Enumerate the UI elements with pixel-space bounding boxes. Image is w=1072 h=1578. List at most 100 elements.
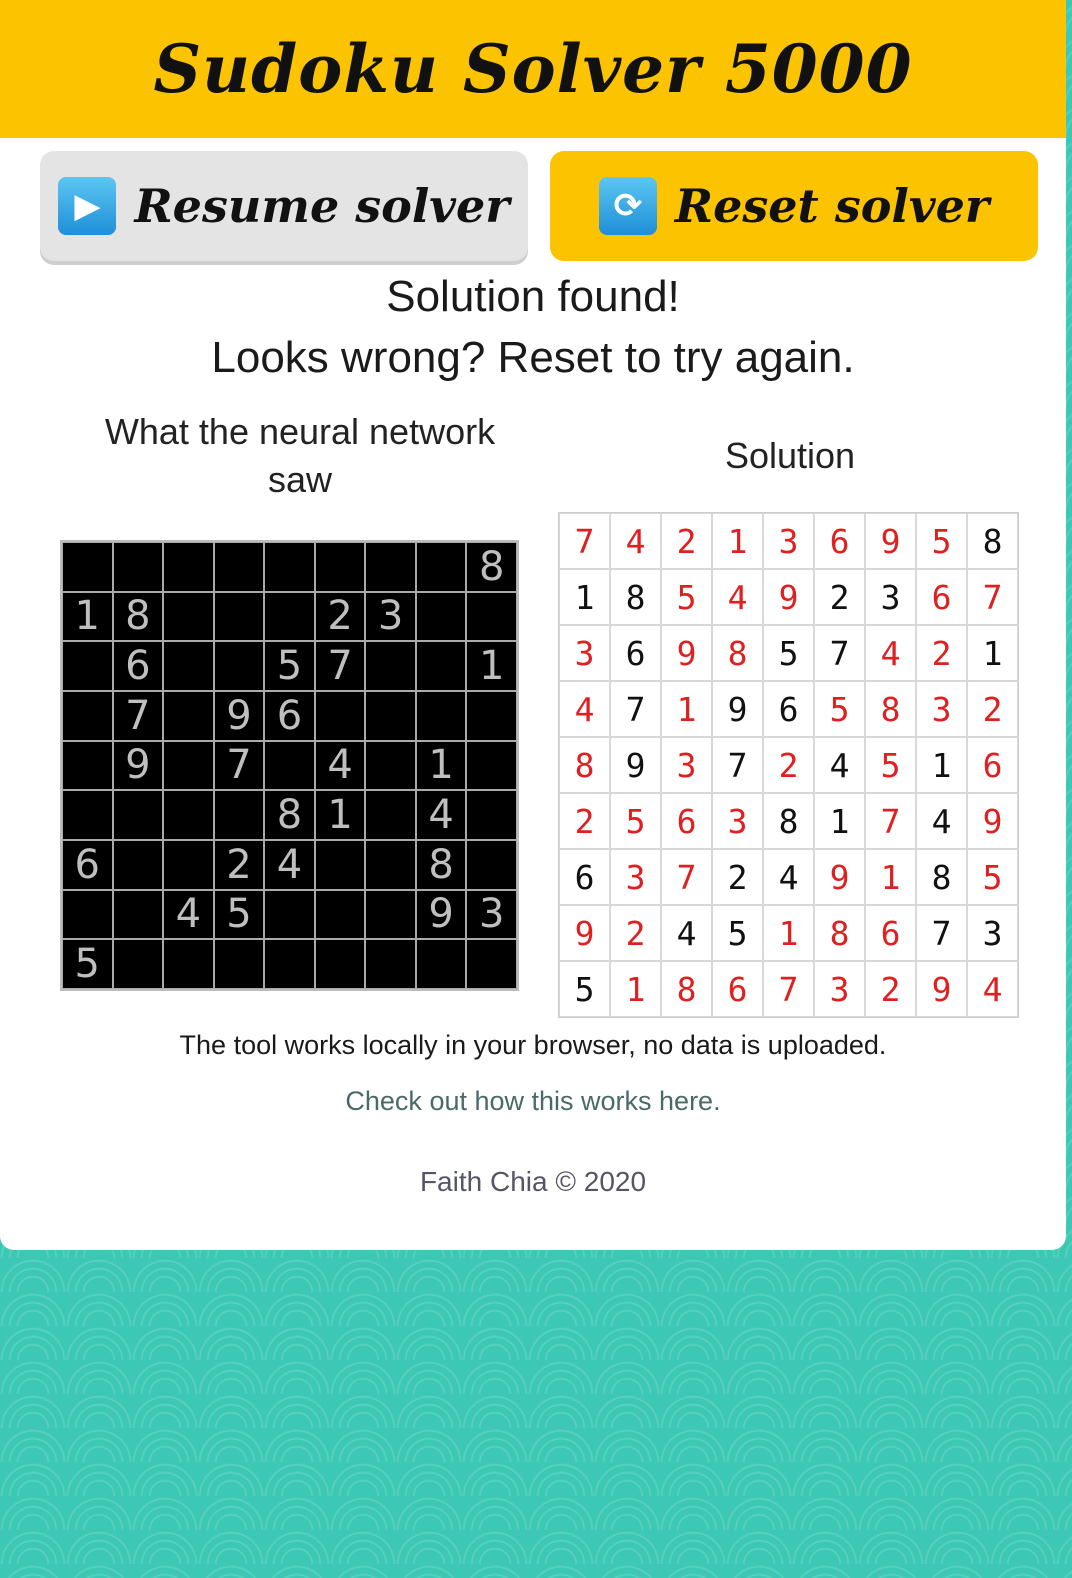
nn-cell: 5 (213, 889, 265, 940)
solution-cell: 7 (865, 793, 916, 849)
nn-cell (415, 641, 467, 691)
solution-cell: 1 (559, 569, 610, 625)
solution-cell: 3 (865, 569, 916, 625)
nn-cell (213, 641, 265, 691)
solution-cell: 4 (865, 625, 916, 681)
solution-cell: 2 (916, 625, 967, 681)
nn-cell: 7 (112, 691, 164, 741)
solution-cell: 5 (661, 569, 712, 625)
solution-cell: 3 (967, 905, 1018, 961)
nn-cell (62, 889, 113, 940)
how-it-works-link[interactable]: Check out how this works here. (0, 1086, 1066, 1117)
solution-cell: 8 (763, 793, 814, 849)
solution-cell: 1 (865, 849, 916, 905)
nn-cell (365, 840, 416, 890)
reset-solver-button[interactable]: ⟳ Reset solver (550, 151, 1038, 261)
nn-cell (314, 840, 366, 890)
solution-grid: 7421369581854923673698574214719658328937… (558, 512, 1019, 1018)
nn-cell (365, 889, 416, 940)
solution-cell: 5 (610, 793, 661, 849)
nn-cell (62, 542, 113, 592)
solution-cell: 6 (916, 569, 967, 625)
nn-cell (62, 691, 113, 741)
solution-cell: 4 (967, 961, 1018, 1017)
solution-cell: 2 (814, 569, 865, 625)
nn-cell: 3 (466, 889, 517, 940)
nn-cell (112, 790, 164, 840)
solution-cell: 9 (661, 625, 712, 681)
solution-cell: 5 (712, 905, 763, 961)
solution-cell: 9 (610, 737, 661, 793)
status-line-1: Solution found! (386, 272, 680, 321)
nn-cell (314, 691, 366, 741)
nn-cell (213, 939, 265, 989)
nn-cell (466, 939, 517, 989)
nn-cell (112, 542, 164, 592)
solution-label: Solution (724, 435, 856, 476)
nn-cell: 9 (213, 691, 265, 741)
solution-cell: 1 (916, 737, 967, 793)
solution-cell: 5 (814, 681, 865, 737)
nn-cell (213, 591, 265, 642)
resume-solver-button[interactable]: ▶ Resume solver (40, 151, 528, 261)
nn-cell (62, 641, 113, 691)
nn-cell: 4 (163, 889, 214, 940)
nn-label: What the neural network saw (104, 411, 496, 500)
nn-cell: 8 (415, 840, 467, 890)
nn-cell: 9 (415, 889, 467, 940)
nn-cell (415, 542, 467, 592)
resume-solver-label: Resume solver (134, 179, 510, 233)
solution-cell: 6 (712, 961, 763, 1017)
nn-cell (365, 790, 416, 840)
nn-cell (213, 790, 265, 840)
nn-cell (112, 840, 164, 890)
app-title: Sudoku Solver 5000 (153, 30, 913, 108)
nn-cell (163, 641, 214, 691)
nn-cell: 7 (314, 641, 366, 691)
solution-cell: 8 (865, 681, 916, 737)
solution-cell: 3 (610, 849, 661, 905)
solution-cell: 9 (763, 569, 814, 625)
solution-cell: 2 (967, 681, 1018, 737)
nn-cell (466, 740, 517, 791)
solution-cell: 6 (559, 849, 610, 905)
nn-cell: 5 (264, 641, 315, 691)
nn-cell: 1 (415, 740, 467, 791)
solution-cell: 1 (610, 961, 661, 1017)
solution-cell: 5 (916, 513, 967, 569)
solution-cell: 7 (610, 681, 661, 737)
nn-cell: 6 (112, 641, 164, 691)
nn-cell (365, 641, 416, 691)
nn-cell (415, 939, 467, 989)
nn-cell (314, 939, 366, 989)
nn-input-grid: 8182365717969741814624845935 (60, 540, 519, 991)
nn-cell (415, 591, 467, 642)
nn-cell (365, 542, 416, 592)
solution-cell: 4 (661, 905, 712, 961)
nn-cell (264, 889, 315, 940)
nn-cell: 2 (213, 840, 265, 890)
status-line-2: Looks wrong? Reset to try again. (211, 333, 855, 382)
solution-cell: 9 (559, 905, 610, 961)
nn-cell: 6 (62, 840, 113, 890)
solution-cell: 7 (763, 961, 814, 1017)
solution-cell: 8 (967, 513, 1018, 569)
nn-cell (62, 740, 113, 791)
solution-cell: 6 (865, 905, 916, 961)
solution-cell: 5 (865, 737, 916, 793)
solution-cell: 8 (559, 737, 610, 793)
nn-cell (466, 591, 517, 642)
nn-cell (415, 691, 467, 741)
nn-cell (163, 939, 214, 989)
nn-cell: 7 (213, 740, 265, 791)
nn-cell (466, 790, 517, 840)
solution-cell: 8 (610, 569, 661, 625)
solution-cell: 6 (967, 737, 1018, 793)
nn-cell: 9 (112, 740, 164, 791)
solution-cell: 3 (916, 681, 967, 737)
nn-cell (264, 542, 315, 592)
solution-cell: 8 (814, 905, 865, 961)
play-icon: ▶ (58, 177, 117, 235)
nn-cell (112, 889, 164, 940)
solution-cell: 1 (661, 681, 712, 737)
